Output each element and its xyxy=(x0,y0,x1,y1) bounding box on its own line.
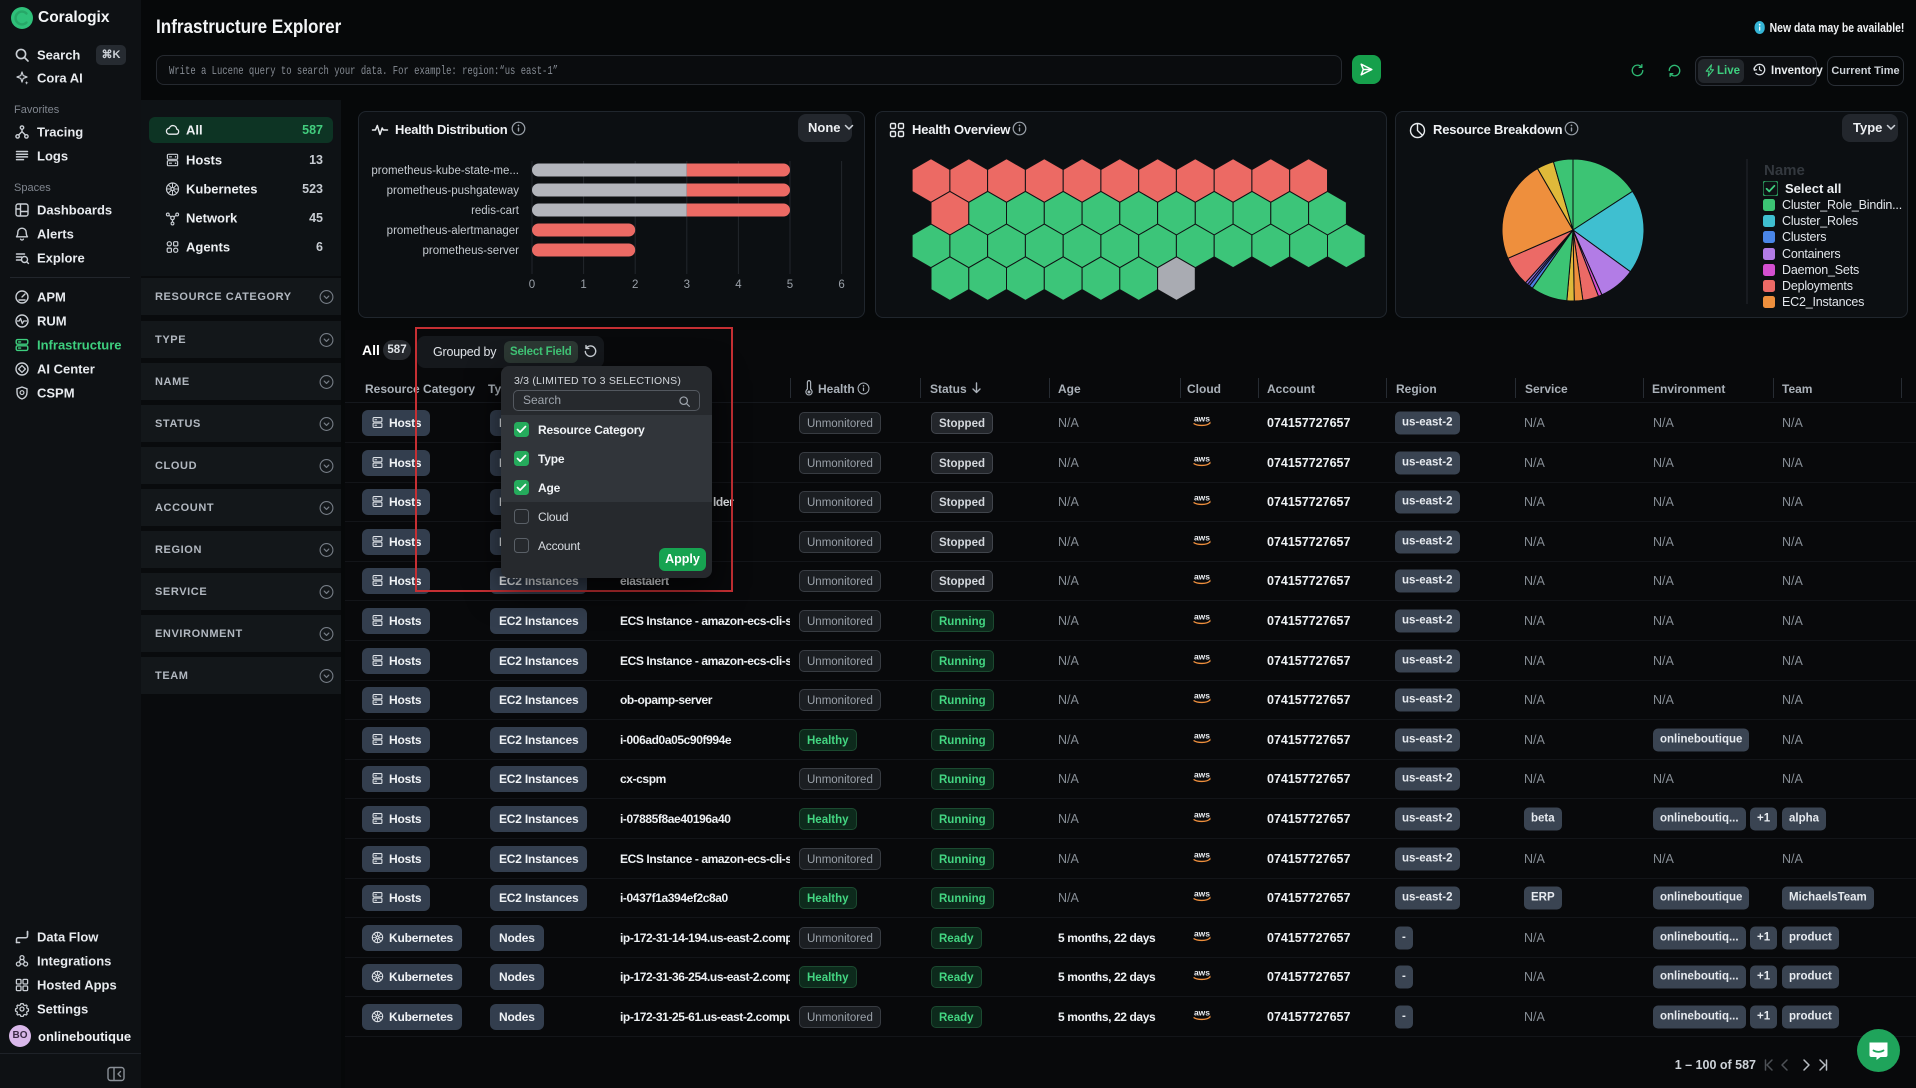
svg-text:aws: aws xyxy=(1194,967,1210,977)
svg-text:aws: aws xyxy=(1194,571,1210,581)
svg-text:aws: aws xyxy=(1194,611,1210,621)
svg-text:0: 0 xyxy=(529,279,535,291)
svg-text:2: 2 xyxy=(632,279,638,291)
svg-text:aws: aws xyxy=(1194,413,1210,423)
svg-text:prometheus-kube-state-me...: prometheus-kube-state-me... xyxy=(371,165,519,177)
svg-text:6: 6 xyxy=(838,279,844,291)
svg-text:3: 3 xyxy=(684,279,690,291)
svg-text:aws: aws xyxy=(1194,849,1210,859)
svg-text:prometheus-server: prometheus-server xyxy=(422,245,519,257)
svg-text:aws: aws xyxy=(1194,492,1210,502)
svg-text:1: 1 xyxy=(580,279,586,291)
svg-text:aws: aws xyxy=(1194,651,1210,661)
svg-text:aws: aws xyxy=(1194,928,1210,938)
svg-text:redis-cart: redis-cart xyxy=(471,205,520,217)
svg-text:prometheus-alertmanager: prometheus-alertmanager xyxy=(387,225,519,237)
svg-text:aws: aws xyxy=(1194,888,1210,898)
svg-text:5: 5 xyxy=(787,279,793,291)
svg-text:prometheus-pushgateway: prometheus-pushgateway xyxy=(387,185,520,197)
svg-text:aws: aws xyxy=(1194,769,1210,779)
svg-text:aws: aws xyxy=(1194,453,1210,463)
svg-text:aws: aws xyxy=(1194,690,1210,700)
svg-text:aws: aws xyxy=(1194,1007,1210,1017)
svg-text:aws: aws xyxy=(1194,532,1210,542)
svg-text:4: 4 xyxy=(735,279,742,291)
svg-text:aws: aws xyxy=(1194,809,1210,819)
svg-text:aws: aws xyxy=(1194,730,1210,740)
